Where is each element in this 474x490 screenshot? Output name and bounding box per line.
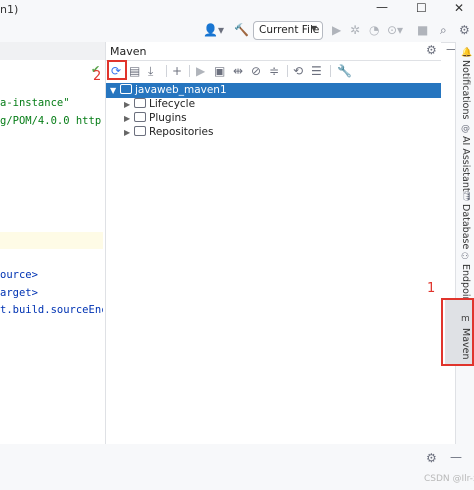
- maven-settings-wrench-icon[interactable]: 🔧: [337, 63, 352, 79]
- database-icon[interactable]: 🛢: [461, 192, 472, 202]
- folder-icon: [134, 112, 146, 122]
- maven-module-icon: [120, 84, 132, 94]
- tool-tab-database[interactable]: Database: [460, 204, 471, 249]
- run-configuration-dropdown[interactable]: Current File ▼: [253, 21, 323, 40]
- tree-item-label: Plugins: [149, 112, 187, 124]
- build-hammer-icon[interactable]: 🔨: [234, 22, 249, 38]
- chevron-right-icon[interactable]: ▶: [124, 128, 134, 137]
- maven-header: Maven ⚙: [106, 42, 441, 60]
- tool-tab-notifications[interactable]: Notifications: [460, 60, 471, 119]
- chevron-right-icon[interactable]: ▶: [124, 100, 134, 109]
- coverage-icon[interactable]: ◔: [369, 22, 379, 38]
- toolbar-separator: [330, 65, 331, 77]
- code-line: g/POM/4.0.0 http:/: [0, 115, 103, 127]
- bottom-panel-hide-icon[interactable]: —: [450, 450, 462, 464]
- maven-options-gear-icon[interactable]: ⚙: [426, 43, 437, 57]
- close-icon[interactable]: ✕: [454, 1, 464, 15]
- tree-item-label: Lifecycle: [149, 98, 196, 110]
- add-maven-project-icon[interactable]: +: [172, 63, 182, 79]
- tool-tab-ai-assistant[interactable]: AI Assistant: [460, 136, 471, 192]
- annotation-box-maven-tab: [441, 298, 474, 366]
- settings-gear-icon[interactable]: ⚙: [459, 22, 470, 38]
- annotation-box-reload: [107, 60, 127, 80]
- code-line: ource>: [0, 269, 38, 281]
- profile-icon[interactable]: ⊙▾: [387, 22, 403, 38]
- code-editor[interactable]: a-instance" g/POM/4.0.0 http:/ ource> ar…: [0, 60, 103, 432]
- tree-item-label: Repositories: [149, 126, 214, 138]
- folder-icon: [134, 98, 146, 108]
- maven-header-divider: [106, 60, 441, 61]
- minimize-icon[interactable]: —: [376, 0, 388, 14]
- skip-tests-icon[interactable]: ⊘: [251, 63, 261, 79]
- bottom-tool-window-header: ⚙ —: [0, 444, 474, 470]
- bottom-panel-gear-icon[interactable]: ⚙: [426, 451, 437, 465]
- annotation-number-1: 1: [427, 281, 436, 296]
- caret-line-highlight: [0, 232, 103, 249]
- toggle-offline-mode-icon[interactable]: ⇹: [233, 63, 243, 79]
- run-icon[interactable]: ▶: [332, 22, 341, 38]
- stop-icon[interactable]: ■: [417, 22, 428, 38]
- tree-item-repositories[interactable]: ▶ Repositories: [124, 126, 213, 138]
- execute-maven-goal-icon[interactable]: ▣: [214, 63, 225, 79]
- endpoints-icon[interactable]: ⚇: [461, 252, 469, 262]
- generate-sources-icon[interactable]: ▤: [129, 63, 140, 79]
- download-sources-icon[interactable]: ⤓: [148, 63, 153, 79]
- code-line: arget>: [0, 287, 38, 299]
- folder-icon: [134, 126, 146, 136]
- maven-panel-title: Maven: [110, 45, 147, 58]
- annotation-number-2: 2: [93, 69, 102, 84]
- title-bar: n1) — ☐ ✕: [0, 0, 474, 18]
- search-icon[interactable]: ⌕: [440, 22, 447, 38]
- editor-horizontal-scrollbar[interactable]: [0, 432, 103, 444]
- chevron-right-icon[interactable]: ▶: [124, 114, 134, 123]
- debug-icon[interactable]: ✲: [350, 22, 360, 38]
- add-user-icon[interactable]: 👤▾: [203, 22, 224, 38]
- maximize-icon[interactable]: ☐: [416, 1, 427, 15]
- toolbar-separator: [287, 65, 288, 77]
- code-line: t.build.sourceEnco: [0, 304, 103, 316]
- tree-root-project[interactable]: ▼ javaweb_maven1: [110, 84, 227, 96]
- tree-item-plugins[interactable]: ▶ Plugins: [124, 112, 187, 124]
- main-toolbar: 👤▾ 🔨 Current File ▼ ▶ ✲ ◔ ⊙▾ ■ ⌕ ⚙: [0, 18, 474, 42]
- notifications-bell-icon[interactable]: 🔔: [461, 48, 472, 58]
- tree-item-lifecycle[interactable]: ▶ Lifecycle: [124, 98, 195, 110]
- window-title-fragment: n1): [0, 3, 19, 16]
- editor-tab-strip: [0, 42, 105, 60]
- collapse-all-icon[interactable]: ☰: [311, 63, 322, 79]
- tree-root-label: javaweb_maven1: [135, 84, 227, 96]
- ai-assistant-icon[interactable]: @: [461, 124, 470, 134]
- maven-toolbar: ⟳ ▤ ⤓ + ▶ ▣ ⇹ ⊘ ≑ ⟲ ☰ 🔧: [106, 60, 441, 82]
- chevron-down-icon: ▼: [310, 24, 317, 33]
- status-bar: [0, 470, 474, 490]
- code-line: a-instance": [0, 97, 70, 109]
- watermark: CSDN @Ilr-x: [424, 474, 474, 484]
- analyze-dependencies-icon[interactable]: ⟲: [293, 63, 303, 79]
- show-dependencies-icon[interactable]: ≑: [269, 63, 279, 79]
- chevron-down-icon[interactable]: ▼: [110, 86, 120, 95]
- run-maven-build-icon[interactable]: ▶: [196, 63, 205, 79]
- toolbar-separator: [166, 65, 167, 77]
- toolbar-separator: [189, 65, 190, 77]
- maven-tool-window: Maven ⚙ ⟳ ▤ ⤓ + ▶ ▣ ⇹ ⊘ ≑ ⟲ ☰ 🔧 ▼ javaweb…: [106, 42, 441, 444]
